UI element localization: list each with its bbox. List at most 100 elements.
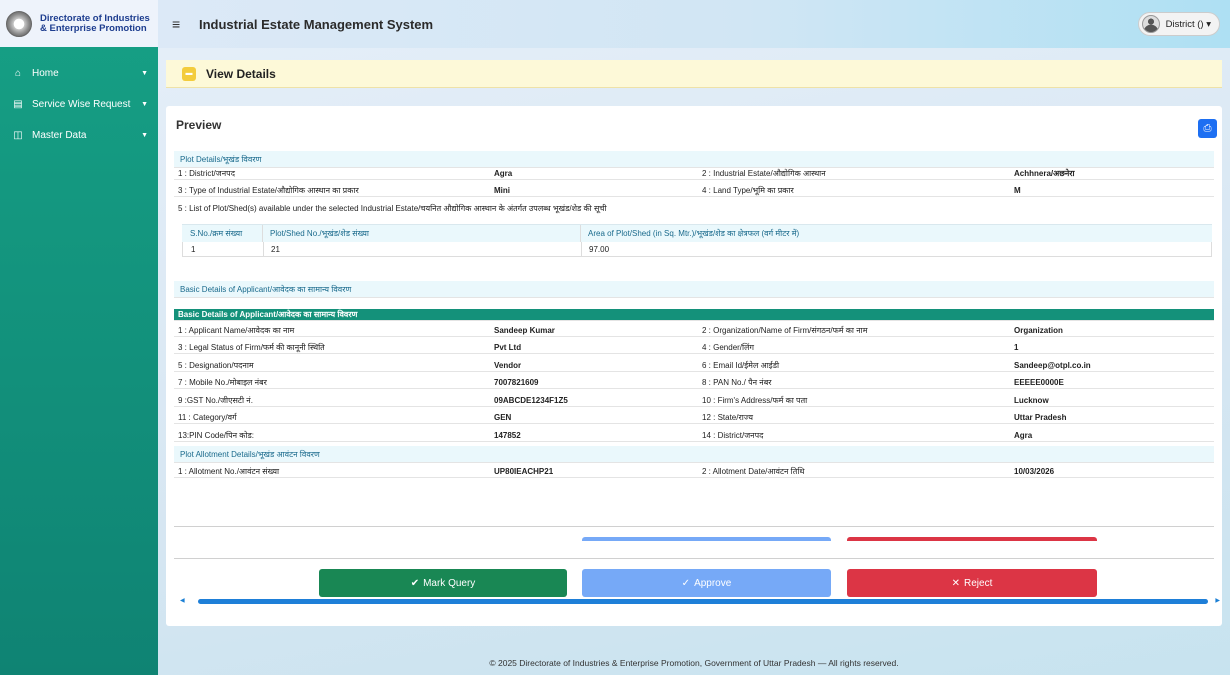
user-menu[interactable]: District () ▾ bbox=[1137, 12, 1220, 36]
column-divider bbox=[581, 242, 582, 256]
field-value: Mini bbox=[494, 186, 510, 195]
field-label: 3 : Type of Industrial Estate/औद्योगिक आ… bbox=[178, 186, 359, 195]
scroll-right-icon[interactable]: ▶ bbox=[1215, 597, 1220, 604]
sidebar-item-label: Service Wise Request bbox=[32, 99, 131, 110]
column-divider bbox=[580, 225, 581, 242]
reject-button[interactable]: ✕ Reject bbox=[847, 569, 1097, 597]
user-avatar-icon bbox=[1141, 15, 1160, 33]
field-value: M bbox=[1014, 186, 1021, 195]
chevron-down-icon: ▼ bbox=[141, 132, 148, 139]
field-label: 7 : Mobile No./मोबाइल नंबर bbox=[178, 378, 267, 387]
field-label: 4 : Land Type/भूमि का प्रकार bbox=[702, 186, 794, 195]
plot-table-header: S.No./क्रम संख्या Plot/Shed No./भूखंड/शे… bbox=[182, 224, 1212, 242]
field-value: Sandeep@otpl.co.in bbox=[1014, 361, 1091, 370]
sidebar-item-label: Master Data bbox=[32, 130, 87, 141]
column-divider bbox=[263, 242, 264, 256]
approve-button[interactable]: ✓ Approve bbox=[582, 569, 831, 597]
detail-row: 9 :GST No./जीएसटी नं. 09ABCDE1234F1Z5 10… bbox=[174, 395, 1214, 407]
approve-button-ghost bbox=[582, 537, 831, 541]
field-value: EEEEE0000E bbox=[1014, 378, 1064, 387]
detail-row: 5 : Designation/पदनाम Vendor 6 : Email I… bbox=[174, 360, 1214, 372]
detail-row: 3 : Type of Industrial Estate/औद्योगिक आ… bbox=[174, 185, 1214, 197]
field-label: 1 : Applicant Name/आवेदक का नाम bbox=[178, 326, 295, 335]
copyright-text: © 2025 Directorate of Industries & Enter… bbox=[489, 657, 899, 668]
field-value: 1 bbox=[1014, 343, 1019, 352]
scrollbar-thumb[interactable] bbox=[198, 599, 1208, 604]
field-label: 11 : Category/वर्ग bbox=[178, 413, 237, 422]
hamburger-menu-icon[interactable]: ≡ bbox=[172, 17, 180, 31]
sidebar-item-master-data[interactable]: ◫ Master Data ▼ bbox=[0, 120, 158, 151]
field-label: 8 : PAN No./ पैन नंबर bbox=[702, 378, 772, 387]
detail-row: 1 : Allotment No./आवंटन संख्या UP80IEACH… bbox=[174, 466, 1214, 478]
field-label: 3 : Legal Status of Firm/फर्म की कानूनी … bbox=[178, 343, 325, 352]
check-circle-icon: ✔ bbox=[410, 577, 420, 589]
field-value: Achhnera/अछनेरा bbox=[1014, 169, 1075, 178]
sidebar-menu: ⌂ Home ▼ ▤ Service Wise Request ▼ ◫ Mast… bbox=[0, 58, 158, 151]
detail-row: 3 : Legal Status of Firm/फर्म की कानूनी … bbox=[174, 342, 1214, 354]
button-label: Approve bbox=[694, 577, 732, 589]
list-icon: ▬ bbox=[182, 66, 196, 81]
button-label: Mark Query bbox=[423, 577, 476, 589]
mark-query-button[interactable]: ✔ Mark Query bbox=[319, 569, 567, 597]
preview-title: Preview bbox=[176, 118, 222, 132]
field-label: 5 : Designation/पदनाम bbox=[178, 361, 254, 370]
sidebar-item-service-wise-request[interactable]: ▤ Service Wise Request ▼ bbox=[0, 89, 158, 120]
field-value: GEN bbox=[494, 413, 512, 422]
field-label: 5 : List of Plot/Shed(s) available under… bbox=[178, 203, 607, 213]
column-header: Area of Plot/Shed (in Sq. Mtr.)/भूखंड/शे… bbox=[588, 229, 800, 238]
field-label: 12 : State/राज्य bbox=[702, 413, 754, 422]
top-bar: ≡ Industrial Estate Management System Di… bbox=[158, 0, 1230, 48]
plot-details-section: Plot Details/भूखंड विवरण bbox=[174, 151, 1214, 168]
data-icon: ◫ bbox=[13, 130, 23, 141]
table-cell: 1 bbox=[191, 244, 196, 254]
field-label: 14 : District/जनपद bbox=[702, 431, 764, 440]
sidebar-item-label: Home bbox=[32, 68, 59, 79]
home-icon: ⌂ bbox=[14, 68, 22, 79]
content-area: ▬ View Details Preview ⎙ Plot Details/भू… bbox=[158, 48, 1230, 675]
footer: © 2025 Directorate of Industries & Enter… bbox=[158, 650, 1230, 675]
column-divider bbox=[262, 225, 263, 242]
section-title: Plot Allotment Details/भूखंड आवंटन विवरण bbox=[180, 449, 320, 459]
request-icon: ▤ bbox=[13, 99, 23, 110]
detail-row: 1 : Applicant Name/आवेदक का नाम Sandeep … bbox=[174, 325, 1214, 337]
column-header: S.No./क्रम संख्या bbox=[190, 229, 243, 238]
field-value: Lucknow bbox=[1014, 396, 1049, 405]
emblem-logo bbox=[6, 10, 32, 37]
detail-row: 13:PIN Code/पिन कोड: 147852 14 : Distric… bbox=[174, 430, 1214, 442]
divider bbox=[174, 526, 1214, 527]
close-icon: ✕ bbox=[951, 577, 961, 589]
field-value: Agra bbox=[494, 169, 513, 178]
chevron-down-icon: ▼ bbox=[141, 70, 148, 77]
print-icon: ⎙ bbox=[1203, 123, 1212, 134]
brand[interactable]: Directorate of Industries & Enterprise P… bbox=[0, 0, 158, 47]
field-value: Sandeep Kumar bbox=[494, 326, 555, 335]
brand-line-1: Directorate of Industries bbox=[40, 12, 150, 24]
applicant-section: Basic Details of Applicant/आवेदक का सामा… bbox=[174, 281, 1214, 298]
field-value: UP80IEACHP21 bbox=[494, 467, 554, 476]
table-row: 1 21 97.00 bbox=[182, 242, 1212, 257]
field-label: 10 : Firm's Address/फर्म का पता bbox=[702, 396, 808, 405]
user-menu-label: District () ▾ bbox=[1165, 18, 1211, 30]
field-value: Agra bbox=[1014, 431, 1033, 440]
details-card: Preview ⎙ Plot Details/भूखंड विवरण 1 : D… bbox=[166, 106, 1222, 626]
detail-row: 11 : Category/वर्ग GEN 12 : State/राज्य … bbox=[174, 412, 1214, 424]
field-label: 2 : Allotment Date/आवंटन तिथि bbox=[702, 467, 805, 476]
print-button[interactable]: ⎙ bbox=[1198, 119, 1217, 138]
field-value: Vendor bbox=[494, 361, 522, 370]
field-value: 09ABCDE1234F1Z5 bbox=[494, 396, 568, 405]
reject-button-ghost bbox=[847, 537, 1097, 541]
table-cell: 97.00 bbox=[589, 244, 610, 254]
page-title: View Details bbox=[206, 66, 276, 81]
app-title: Industrial Estate Management System bbox=[199, 17, 434, 32]
field-label: 6 : Email Id/ईमेल आईडी bbox=[702, 361, 780, 370]
field-label: 1 : Allotment No./आवंटन संख्या bbox=[178, 467, 280, 476]
horizontal-scrollbar[interactable]: ◀ ▶ bbox=[180, 597, 1220, 606]
scroll-left-icon[interactable]: ◀ bbox=[180, 597, 185, 604]
table-cell: 21 bbox=[271, 244, 280, 254]
sidebar-item-home[interactable]: ⌂ Home ▼ bbox=[0, 58, 158, 89]
field-label: 1 : District/जनपद bbox=[178, 169, 235, 178]
brand-line-2: & Enterprise Promotion bbox=[40, 22, 147, 34]
section-title: Plot Details/भूखंड विवरण bbox=[180, 154, 262, 164]
page-header: ▬ View Details bbox=[166, 60, 1222, 88]
divider bbox=[174, 558, 1214, 559]
